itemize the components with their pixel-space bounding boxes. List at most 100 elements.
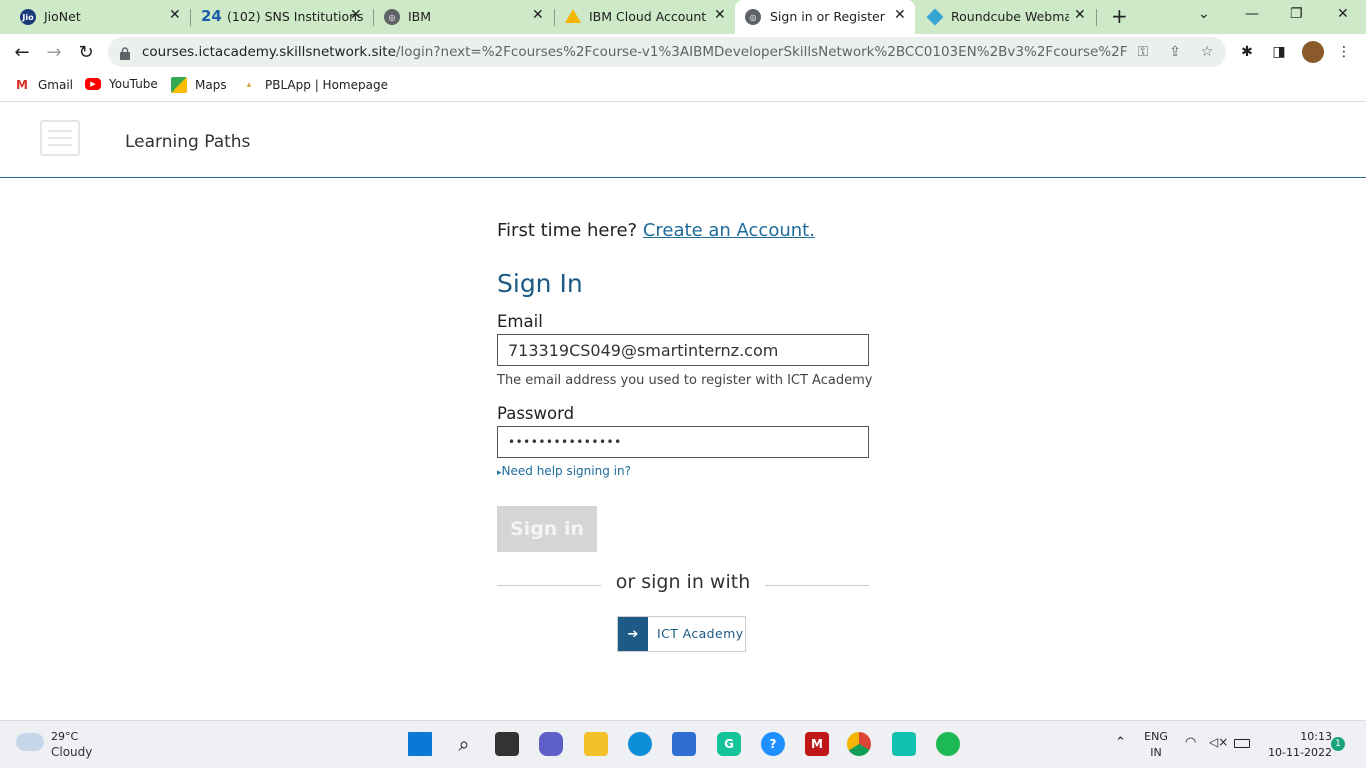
grammarly-icon[interactable]: G (717, 732, 741, 756)
tab-sns-institutions[interactable]: 24 (102) SNS Institutions ✕ (191, 0, 372, 34)
maps-icon (171, 77, 187, 93)
back-icon[interactable]: ← (10, 40, 34, 64)
tab-label: IBM Cloud Account Cr (589, 9, 707, 24)
address-bar[interactable]: courses.ictacademy.skillsnetwork.site/lo… (108, 37, 1226, 67)
profile-avatar[interactable] (1302, 41, 1324, 63)
need-help-label: Need help signing in? (501, 464, 631, 478)
volume-muted-icon[interactable]: ◁× (1209, 735, 1228, 749)
tab-label: Sign in or Register | IC (770, 9, 886, 24)
search-icon[interactable]: ⌕ (452, 732, 476, 756)
page-title: Sign In (497, 269, 583, 298)
store-icon[interactable] (672, 732, 696, 756)
side-panel-icon[interactable]: ◨ (1270, 43, 1288, 61)
close-tab-icon[interactable]: ✕ (350, 7, 362, 23)
lock-icon (120, 45, 130, 60)
cloud-icon[interactable] (16, 733, 44, 751)
tab-ibm[interactable]: ◎ IBM ✕ (374, 0, 554, 34)
close-tab-icon[interactable]: ✕ (532, 7, 544, 23)
provider-label: ICT Academy (657, 626, 744, 641)
forward-icon[interactable]: → (42, 40, 66, 64)
need-help-link[interactable]: ▸Need help signing in? (497, 464, 631, 478)
pblapp-icon: ▴ (246, 80, 252, 90)
new-tab-icon[interactable]: + (1111, 4, 1128, 28)
first-time-line: First time here? Create an Account. (497, 220, 815, 241)
divider-right (765, 585, 869, 586)
notification-badge[interactable]: 1 (1331, 737, 1345, 751)
url-text: courses.ictacademy.skillsnetwork.site/lo… (142, 44, 1128, 60)
gmail-icon: M (16, 78, 28, 92)
create-account-link[interactable]: Create an Account. (643, 220, 815, 241)
tab-label: Roundcube Webmail :: (951, 9, 1069, 24)
file-explorer-icon[interactable] (584, 732, 608, 756)
windows-start-icon[interactable] (408, 732, 432, 756)
learning-paths-link[interactable]: Learning Paths (125, 132, 250, 152)
chevron-up-icon[interactable]: ⌃ (1115, 735, 1126, 750)
bookmark-gmail[interactable]: M Gmail (14, 77, 73, 93)
extensions-icon[interactable]: ✱ (1238, 43, 1256, 61)
chrome-icon[interactable] (847, 732, 871, 756)
help-icon[interactable]: ? (761, 732, 785, 756)
password-label: Password (497, 404, 575, 423)
bookmark-label: YouTube (109, 77, 158, 91)
weather-condition[interactable]: Cloudy (51, 745, 92, 759)
weather-temperature[interactable]: 29°C (51, 730, 78, 743)
close-window-icon[interactable]: ✕ (1337, 6, 1349, 22)
minimize-icon[interactable]: — (1245, 6, 1259, 22)
roundcube-icon (926, 8, 944, 26)
bookmark-pblapp[interactable]: ▴ PBLApp | Homepage (241, 77, 388, 93)
reload-icon[interactable]: ↻ (74, 40, 98, 64)
tab-ibm-cloud[interactable]: IBM Cloud Account Cr ✕ (555, 0, 733, 34)
battery-icon[interactable] (1234, 739, 1250, 748)
bookmark-youtube[interactable]: ▶ YouTube (85, 77, 158, 91)
wifi-icon[interactable]: ◠ (1185, 735, 1196, 750)
clock-time[interactable]: 10:13 (1282, 730, 1332, 743)
language-bottom[interactable]: IN (1143, 746, 1169, 759)
sign-in-button[interactable]: Sign in (497, 506, 597, 552)
jio-icon: Jio (20, 9, 36, 25)
hamburger-menu-icon[interactable] (40, 120, 80, 156)
key-icon[interactable]: ⚿ (1134, 43, 1152, 61)
clock-date[interactable]: 10-11-2022 (1260, 746, 1332, 759)
close-tab-icon[interactable]: ✕ (714, 7, 726, 23)
email-label: Email (497, 312, 543, 331)
sns-24-icon: 24 (201, 7, 222, 25)
sign-in-arrow-icon: ➔ (618, 617, 648, 651)
close-tab-icon[interactable]: ✕ (894, 7, 906, 23)
email-hint: The email address you used to register w… (497, 373, 873, 388)
tab-roundcube[interactable]: Roundcube Webmail :: ✕ (917, 0, 1095, 34)
password-field[interactable]: ••••••••••••••• (497, 426, 869, 458)
spotify-icon[interactable] (936, 732, 960, 756)
first-time-text: First time here? (497, 220, 638, 241)
close-tab-icon[interactable]: ✕ (169, 7, 181, 23)
url-host: courses.ictacademy.skillsnetwork.site (142, 44, 396, 60)
bookmark-maps[interactable]: Maps (171, 77, 227, 93)
tab-jionet[interactable]: Jio JioNet ✕ (0, 0, 190, 34)
tab-label: (102) SNS Institutions (227, 9, 364, 24)
site-header: Learning Paths (0, 103, 1366, 178)
bookmark-star-icon[interactable]: ☆ (1198, 43, 1216, 61)
task-view-icon[interactable] (495, 732, 519, 756)
google-drive-icon (565, 9, 581, 23)
mcafee-icon[interactable]: M (805, 732, 829, 756)
language-top[interactable]: ENG (1143, 730, 1169, 743)
tab-label: IBM (408, 9, 432, 24)
bookmark-label: PBLApp | Homepage (265, 78, 388, 92)
restore-icon[interactable]: ❐ (1290, 6, 1303, 22)
bookmarks-bar: M Gmail ▶ YouTube Maps ▴ PBLApp | Homepa… (0, 70, 1366, 102)
share-icon[interactable]: ⇪ (1166, 43, 1184, 61)
email-field[interactable] (497, 334, 869, 366)
windows-taskbar: 29°C Cloudy ⌕ G ? M ⌃ ENG IN ◠ ◁× 10:13 … (0, 720, 1366, 768)
chat-icon[interactable] (539, 732, 563, 756)
bookmark-label: Maps (195, 78, 227, 92)
close-tab-icon[interactable]: ✕ (1074, 7, 1086, 23)
or-sign-in-with: or sign in with (615, 571, 751, 593)
tab-strip: Jio JioNet ✕ 24 (102) SNS Institutions ✕… (0, 0, 1366, 34)
tab-sign-in[interactable]: ◎ Sign in or Register | IC ✕ (735, 0, 915, 34)
tab-label: JioNet (44, 9, 81, 24)
ict-academy-signin-button[interactable]: ➔ ICT Academy (617, 616, 746, 652)
edge-icon[interactable] (628, 732, 652, 756)
menu-kebab-icon[interactable]: ⋮ (1335, 43, 1353, 61)
tab-search-icon[interactable]: ⌄ (1198, 6, 1210, 22)
app-teal-icon[interactable] (892, 732, 916, 756)
browser-toolbar: ← → ↻ courses.ictacademy.skillsnetwork.s… (0, 34, 1366, 70)
